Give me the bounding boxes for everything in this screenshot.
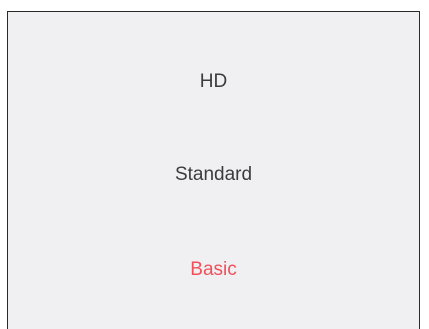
quality-option-basic[interactable]: Basic [8, 240, 419, 300]
quality-selection-sheet: HD Standard Basic [7, 11, 420, 329]
quality-option-standard[interactable]: Standard [8, 145, 419, 205]
quality-option-hd[interactable]: HD [8, 52, 419, 112]
